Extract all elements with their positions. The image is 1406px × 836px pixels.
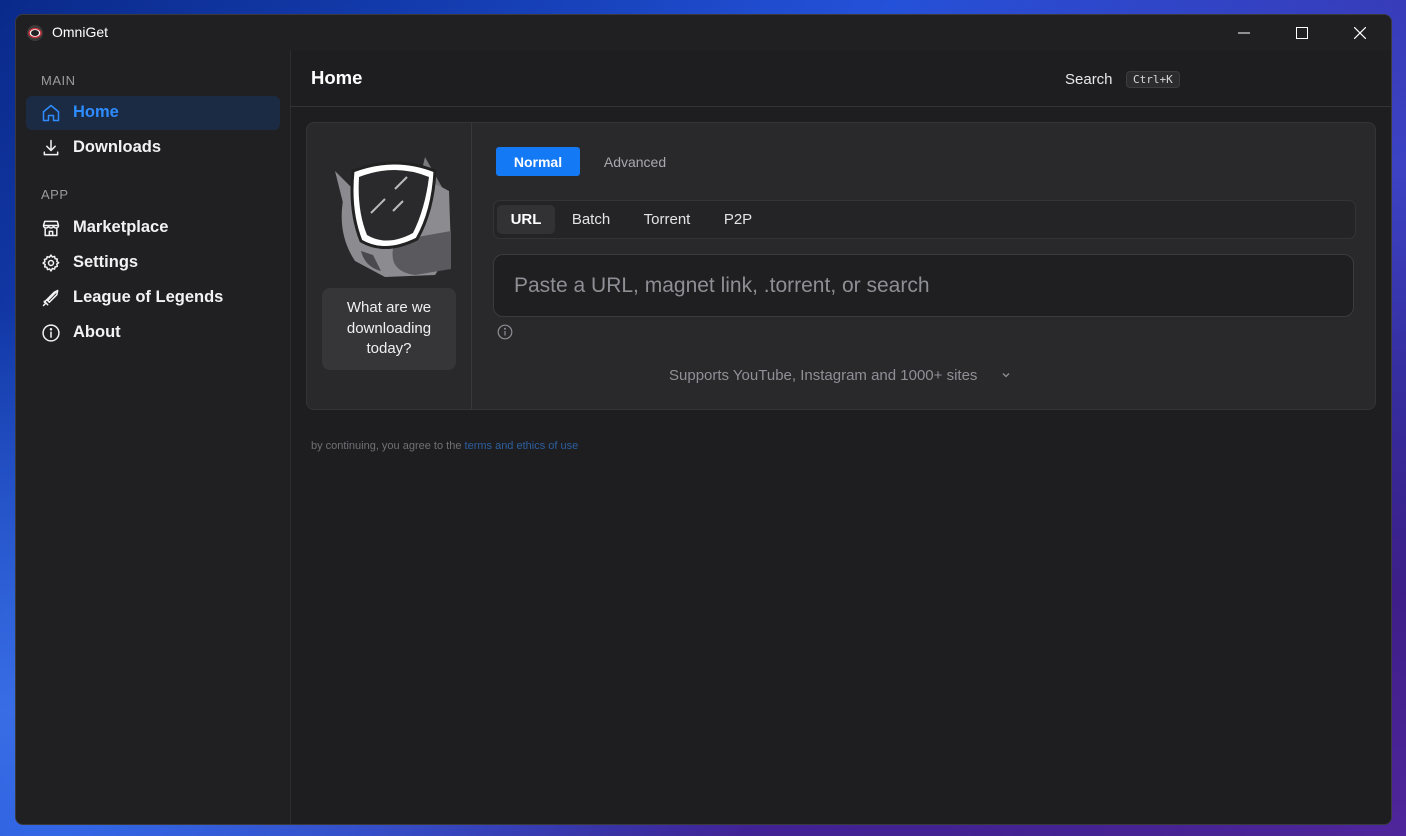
mascot-image	[335, 157, 451, 277]
sidebar-item-downloads[interactable]: Downloads	[26, 131, 280, 165]
main-content: Home Search Ctrl+K What are we downloadi…	[291, 51, 1391, 824]
page-title: Home	[311, 67, 363, 88]
source-tabs: URL Batch Torrent P2P	[493, 200, 1356, 239]
sidebar-item-label: Downloads	[73, 138, 162, 156]
close-button[interactable]	[1331, 15, 1389, 51]
gear-icon	[42, 254, 60, 272]
sidebar-item-label: Settings	[73, 253, 139, 271]
chevron-down-icon[interactable]	[1000, 369, 1012, 381]
mode-advanced-button[interactable]: Advanced	[590, 147, 680, 176]
close-icon	[1354, 27, 1366, 39]
sidebar-item-about[interactable]: About	[26, 316, 280, 350]
sidebar-item-marketplace[interactable]: Marketplace	[26, 211, 280, 245]
search-shortcut-badge: Ctrl+K	[1126, 71, 1180, 88]
terms-prefix: by continuing, you agree to the	[311, 440, 462, 452]
sidebar-item-label: League of Legends	[73, 288, 224, 306]
search-button[interactable]: Search	[1065, 71, 1113, 88]
mode-normal-button[interactable]: Normal	[496, 147, 580, 176]
app-logo-icon	[27, 25, 43, 41]
terms-notice: by continuing, you agree to the terms an…	[311, 440, 578, 452]
supported-sites-toggle[interactable]: Supports YouTube, Instagram and 1000+ si…	[669, 367, 977, 384]
tab-torrent[interactable]: Torrent	[630, 205, 704, 234]
maximize-button[interactable]	[1273, 15, 1331, 51]
tab-batch[interactable]: Batch	[559, 205, 623, 234]
maximize-icon	[1296, 27, 1308, 39]
url-input[interactable]	[493, 254, 1354, 317]
mascot-speech-bubble: What are we downloading today?	[322, 288, 456, 370]
card-divider	[471, 123, 472, 409]
sidebar-item-label: Home	[73, 103, 119, 121]
sidebar-section-main: MAIN	[41, 73, 76, 88]
sidebar-item-home[interactable]: Home	[26, 96, 280, 130]
sidebar-section-app: APP	[41, 187, 69, 202]
tab-p2p[interactable]: P2P	[712, 205, 764, 234]
tab-url[interactable]: URL	[497, 205, 555, 234]
sidebar: MAIN Home Downloads APP Marketplace Sett…	[16, 51, 291, 824]
sidebar-item-label: About	[73, 323, 121, 341]
home-icon	[42, 104, 60, 122]
info-icon	[42, 324, 60, 342]
terms-link[interactable]: terms and ethics of use	[465, 440, 579, 452]
store-icon	[42, 220, 60, 237]
mascot-prompt-text: What are we downloading today?	[346, 299, 432, 358]
download-card: What are we downloading today? Normal Ad…	[306, 122, 1376, 410]
top-bar: Home Search Ctrl+K	[291, 51, 1391, 107]
app-window: OmniGet MAIN Home Downloads APP Marketpl…	[15, 14, 1392, 825]
sword-icon	[42, 289, 59, 307]
input-info-icon[interactable]	[497, 324, 513, 340]
title-bar[interactable]: OmniGet	[16, 15, 1391, 51]
sidebar-item-label: Marketplace	[73, 218, 169, 236]
minimize-button[interactable]	[1215, 15, 1273, 51]
sidebar-item-settings[interactable]: Settings	[26, 246, 280, 280]
window-title: OmniGet	[52, 24, 109, 40]
minimize-icon	[1238, 32, 1250, 34]
download-icon	[43, 139, 59, 156]
sidebar-item-league-of-legends[interactable]: League of Legends	[26, 281, 280, 315]
